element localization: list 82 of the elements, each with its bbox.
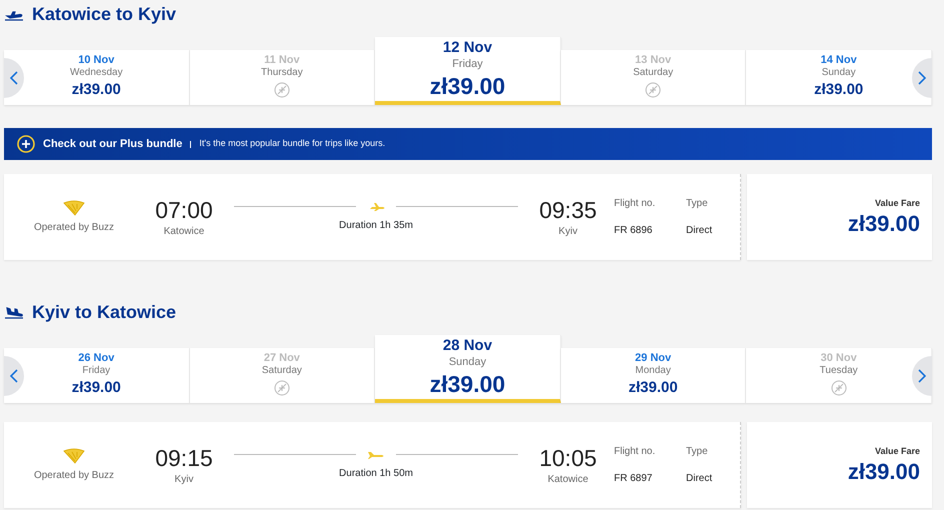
harp-logo-icon	[63, 448, 85, 464]
price-label: zł39.00	[628, 378, 678, 398]
chevron-left-icon	[10, 369, 18, 383]
weekday-label: Friday	[452, 57, 483, 72]
date-label: 11 Nov	[264, 54, 300, 67]
banner-title: Check out our Plus bundle	[43, 136, 182, 152]
date-label: 10 Nov	[78, 54, 114, 67]
promo-banner[interactable]: Check out our Plus bundle It's the most popular bundle for trips like yours.	[4, 128, 932, 160]
plus-icon	[17, 135, 35, 153]
chevron-right-icon	[918, 369, 926, 383]
date-label: 12 Nov	[442, 39, 492, 57]
arrival-plane-icon	[4, 305, 24, 321]
section-title: Kyiv to Katowice	[32, 302, 176, 324]
date-tab[interactable]: 11 Nov Thursday	[190, 50, 376, 105]
weekday-label: Sunday	[448, 355, 486, 370]
price-label: zł39.00	[72, 378, 121, 398]
date-label: 30 Nov	[820, 352, 857, 365]
date-label: 14 Nov	[820, 54, 857, 67]
date-label: 29 Nov	[635, 352, 672, 365]
no-flight-icon	[274, 82, 290, 98]
weekday-label: Saturday	[262, 365, 302, 377]
flight-card[interactable]: Operated by Buzz 07:00 Katowice Duration 1h 35m 09:35 Kyiv Flight no. FR 6896 Type Direct	[4, 174, 741, 260]
date-tab[interactable]: 27 Nov Saturday	[190, 348, 376, 403]
date-label: 27 Nov	[264, 352, 300, 365]
fare-label: Value Fare	[874, 197, 920, 210]
weekday-label: Sunday	[822, 67, 856, 79]
price-label: zł39.00	[430, 72, 506, 100]
date-tab[interactable]: 14 Nov Sunday zł39.00	[746, 50, 932, 105]
operator-label: Operated by Buzz	[34, 468, 114, 482]
fare-price: zł39.00	[848, 458, 920, 485]
type-label: Type	[686, 445, 709, 459]
date-tab[interactable]: 13 Nov Saturday	[560, 50, 746, 105]
weekday-label: Wednesday	[70, 67, 123, 79]
departure-city: Katowice	[164, 224, 204, 238]
flight-number-label: Flight no.	[614, 197, 656, 211]
type-value: Direct	[686, 224, 714, 238]
operator-label: Operated by Buzz	[34, 220, 114, 234]
flight-number: FR 6896	[614, 224, 654, 238]
type-label: Type	[686, 197, 709, 211]
harp-logo-icon	[63, 200, 85, 216]
arrival-city: Katowice	[548, 472, 588, 486]
duration-label: Duration 1h 35m	[339, 218, 413, 232]
date-label: 28 Nov	[442, 337, 492, 355]
weekday-label: Saturday	[633, 67, 674, 79]
flight-card[interactable]: Operated by Buzz 09:15 Kyiv Duration 1h 50m 10:05 Katowice Flight no. FR 6897 Type Direct	[4, 422, 741, 508]
price-label: zł39.00	[814, 80, 864, 100]
no-flight-icon	[645, 82, 662, 98]
flight-number: FR 6897	[614, 472, 654, 486]
fare-price: zł39.00	[848, 210, 920, 237]
chevron-left-icon	[10, 71, 18, 85]
date-label: 26 Nov	[78, 352, 114, 365]
date-tab[interactable]: 30 Nov Tuesday	[746, 348, 932, 403]
price-label: zł39.00	[430, 370, 506, 398]
arrival-city: Kyiv	[558, 224, 578, 238]
chevron-right-icon	[918, 71, 926, 85]
date-tab[interactable]: 29 Nov Monday zł39.00	[560, 348, 746, 403]
fare-card[interactable]: Value Fare zł39.00	[747, 422, 932, 508]
departure-city: Kyiv	[174, 472, 194, 486]
fare-card[interactable]: Value Fare zł39.00	[747, 174, 932, 260]
fare-label: Value Fare	[874, 445, 920, 458]
arrival-time: 09:35	[539, 196, 597, 224]
departure-time: 07:00	[155, 196, 213, 224]
duration-label: Duration 1h 50m	[339, 466, 413, 480]
departure-time: 09:15	[155, 444, 213, 472]
weekday-label: Monday	[635, 365, 671, 377]
weekday-label: Thursday	[261, 67, 303, 79]
weekday-label: Tuesday	[820, 365, 858, 377]
banner-text: It's the most popular bundle for trips like yours.	[199, 137, 386, 150]
price-label: zł39.00	[72, 80, 121, 100]
arrival-time: 10:05	[539, 444, 597, 472]
flight-number-label: Flight no.	[614, 445, 656, 459]
section-title: Katowice to Kyiv	[32, 4, 176, 26]
date-tab[interactable]: 12 Nov Friday zł39.00	[375, 37, 561, 105]
date-tab[interactable]: 26 Nov Friday zł39.00	[4, 348, 190, 403]
no-flight-icon	[830, 380, 847, 396]
no-flight-icon	[274, 380, 290, 396]
weekday-label: Friday	[82, 365, 110, 377]
type-value: Direct	[686, 472, 714, 486]
plane-icon	[366, 450, 386, 460]
date-tab[interactable]: 10 Nov Wednesday zł39.00	[4, 50, 190, 105]
date-tab[interactable]: 28 Nov Sunday zł39.00	[375, 335, 561, 403]
date-label: 13 Nov	[635, 54, 672, 67]
